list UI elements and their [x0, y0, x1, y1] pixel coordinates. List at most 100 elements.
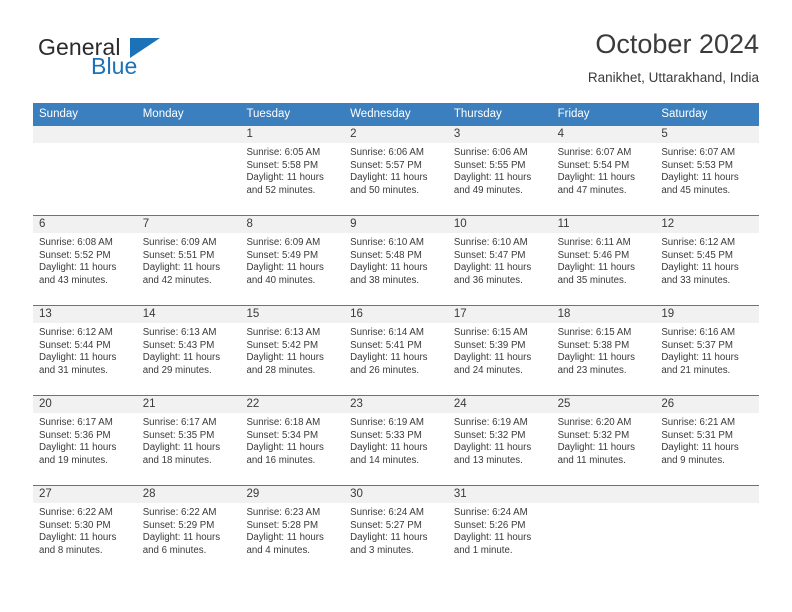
- day-number: 16: [344, 306, 448, 323]
- day-cell-21[interactable]: 21 Sunrise: 6:17 AM Sunset: 5:35 PM Dayligh…: [136, 396, 241, 485]
- weekday-header-wednesday: Wednesday: [350, 108, 411, 120]
- sunrise-text: Sunrise: 6:10 AM: [350, 237, 424, 248]
- sunset-text: Sunset: 5:32 PM: [557, 429, 630, 441]
- weekday-header-monday: Monday: [142, 108, 184, 120]
- weekday-header-thursday: Thursday: [453, 108, 502, 120]
- daylight-text: Daylight: 11 hours and 1 minute.: [453, 532, 532, 556]
- daylight-text: Daylight: 11 hours and 9 minutes.: [661, 442, 739, 466]
- day-cell-22[interactable]: 22 Sunrise: 6:18 AM Sunset: 5:34 PM Dayligh…: [240, 396, 345, 485]
- day-number: 5: [655, 126, 760, 143]
- day-cell-26[interactable]: 26 Sunrise: 6:21 AM Sunset: 5:31 PM Dayligh…: [655, 396, 760, 485]
- sunrise-text: Sunrise: 6:22 AM: [39, 507, 113, 518]
- sunrise-text: Sunrise: 6:24 AM: [453, 507, 528, 518]
- day-cell-25[interactable]: 25 Sunrise: 6:20 AM Sunset: 5:32 PM Dayligh…: [551, 396, 656, 485]
- sunset-text: Sunset: 5:48 PM: [350, 249, 422, 261]
- day-cell-27[interactable]: 27 Sunrise: 6:22 AM Sunset: 5:30 PM Dayligh…: [33, 486, 137, 575]
- day-cell-29[interactable]: 29 Sunrise: 6:23 AM Sunset: 5:28 PM Dayligh…: [240, 486, 345, 575]
- day-number: 9: [344, 216, 448, 233]
- day-cell-8[interactable]: 8 Sunrise: 6:09 AM Sunset: 5:49 PM Daylight…: [240, 216, 345, 305]
- day-number: [136, 126, 241, 143]
- sunset-text: Sunset: 5:51 PM: [142, 249, 215, 261]
- sunrise-text: Sunrise: 6:19 AM: [350, 417, 424, 428]
- sunset-text: Sunset: 5:35 PM: [142, 429, 215, 441]
- day-number: 8: [240, 216, 345, 233]
- day-cell-20[interactable]: 20 Sunrise: 6:17 AM Sunset: 5:36 PM Dayligh…: [33, 396, 137, 485]
- day-cell-empty: [655, 486, 760, 575]
- day-details: Sunrise: 6:13 AM Sunset: 5:43 PM Daylight:…: [137, 323, 241, 377]
- day-number: [655, 486, 760, 503]
- sunset-text: Sunset: 5:57 PM: [350, 159, 422, 171]
- day-number: [551, 486, 656, 503]
- day-cell-15[interactable]: 15 Sunrise: 6:13 AM Sunset: 5:42 PM Dayligh…: [240, 306, 345, 395]
- day-number: 31: [447, 486, 552, 503]
- day-number: 6: [33, 216, 137, 233]
- sunrise-text: Sunrise: 6:15 AM: [453, 327, 528, 338]
- sunrise-text: Sunrise: 6:06 AM: [453, 147, 528, 158]
- day-cell-16[interactable]: 16 Sunrise: 6:14 AM Sunset: 5:41 PM Dayligh…: [344, 306, 448, 395]
- sunset-text: Sunset: 5:42 PM: [246, 339, 319, 351]
- day-cell-31[interactable]: 31 Sunrise: 6:24 AM Sunset: 5:26 PM Dayligh…: [447, 486, 552, 575]
- day-details: Sunrise: 6:11 AM Sunset: 5:46 PM Daylight:…: [552, 233, 656, 287]
- daylight-text: Daylight: 11 hours and 21 minutes.: [661, 352, 739, 376]
- day-cell-10[interactable]: 10 Sunrise: 6:10 AM Sunset: 5:47 PM Dayligh…: [447, 216, 552, 305]
- title-block: October 2024 Ranikhet, Uttarakhand, Indi…: [588, 28, 759, 87]
- day-number: 18: [551, 306, 656, 323]
- day-cell-19[interactable]: 19 Sunrise: 6:16 AM Sunset: 5:37 PM Dayligh…: [655, 306, 760, 395]
- day-cell-9[interactable]: 9 Sunrise: 6:10 AM Sunset: 5:48 PM Daylight…: [344, 216, 448, 305]
- day-number: 20: [33, 396, 137, 413]
- daylight-text: Daylight: 11 hours and 52 minutes.: [246, 172, 324, 196]
- calendar-week-row: 1 Sunrise: 6:05 AM Sunset: 5:58 PM Daylight…: [33, 126, 760, 215]
- day-cell-7[interactable]: 7 Sunrise: 6:09 AM Sunset: 5:51 PM Daylight…: [136, 216, 241, 305]
- day-cell-24[interactable]: 24 Sunrise: 6:19 AM Sunset: 5:32 PM Dayligh…: [447, 396, 552, 485]
- sunrise-text: Sunrise: 6:16 AM: [661, 327, 736, 338]
- page-header: General Blue October 2024 Ranikhet, Utta…: [33, 28, 759, 96]
- day-details: Sunrise: 6:08 AM Sunset: 5:52 PM Daylight:…: [33, 233, 137, 287]
- day-cell-28[interactable]: 28 Sunrise: 6:22 AM Sunset: 5:29 PM Dayligh…: [136, 486, 241, 575]
- calendar-grid: Sunday Monday Tuesday Wednesday Thursday Frid…: [33, 103, 760, 575]
- brand-logo[interactable]: General Blue: [33, 28, 253, 88]
- sunset-text: Sunset: 5:43 PM: [142, 339, 215, 351]
- sunrise-text: Sunrise: 6:20 AM: [557, 417, 632, 428]
- daylight-text: Daylight: 11 hours and 28 minutes.: [246, 352, 324, 376]
- sunrise-text: Sunrise: 6:09 AM: [246, 237, 321, 248]
- day-details: Sunrise: 6:10 AM Sunset: 5:48 PM Daylight:…: [344, 233, 448, 287]
- sunrise-text: Sunrise: 6:17 AM: [142, 417, 217, 428]
- sunrise-text: Sunrise: 6:13 AM: [142, 327, 217, 338]
- day-cell-11[interactable]: 11 Sunrise: 6:11 AM Sunset: 5:46 PM Dayligh…: [551, 216, 656, 305]
- daylight-text: Daylight: 11 hours and 50 minutes.: [350, 172, 428, 196]
- day-cell-1[interactable]: 1 Sunrise: 6:05 AM Sunset: 5:58 PM Daylight…: [240, 126, 345, 215]
- daylight-text: Daylight: 11 hours and 3 minutes.: [350, 532, 428, 556]
- day-cell-23[interactable]: 23 Sunrise: 6:19 AM Sunset: 5:33 PM Dayligh…: [344, 396, 448, 485]
- sunset-text: Sunset: 5:45 PM: [661, 249, 733, 261]
- daylight-text: Daylight: 11 hours and 31 minutes.: [39, 352, 117, 376]
- day-number: 21: [136, 396, 241, 413]
- sunset-text: Sunset: 5:36 PM: [39, 429, 111, 441]
- day-number: 25: [551, 396, 656, 413]
- day-cell-12[interactable]: 12 Sunrise: 6:12 AM Sunset: 5:45 PM Dayligh…: [655, 216, 760, 305]
- sunrise-text: Sunrise: 6:12 AM: [661, 237, 736, 248]
- daylight-text: Daylight: 11 hours and 33 minutes.: [661, 262, 739, 286]
- day-number: 29: [240, 486, 345, 503]
- day-cell-5[interactable]: 5 Sunrise: 6:07 AM Sunset: 5:53 PM Daylight…: [655, 126, 760, 215]
- day-cell-13[interactable]: 13 Sunrise: 6:12 AM Sunset: 5:44 PM Dayligh…: [33, 306, 137, 395]
- day-number: 10: [447, 216, 552, 233]
- day-cell-18[interactable]: 18 Sunrise: 6:15 AM Sunset: 5:38 PM Dayligh…: [551, 306, 656, 395]
- day-cell-14[interactable]: 14 Sunrise: 6:13 AM Sunset: 5:43 PM Dayligh…: [136, 306, 241, 395]
- day-cell-2[interactable]: 2 Sunrise: 6:06 AM Sunset: 5:57 PM Daylight…: [344, 126, 448, 215]
- day-cell-17[interactable]: 17 Sunrise: 6:15 AM Sunset: 5:39 PM Dayligh…: [447, 306, 552, 395]
- weekday-header-sunday: Sunday: [39, 108, 79, 120]
- daylight-text: Daylight: 11 hours and 24 minutes.: [453, 352, 532, 376]
- day-number: 23: [344, 396, 448, 413]
- weekday-header-saturday: Saturday: [661, 108, 708, 120]
- day-cell-4[interactable]: 4 Sunrise: 6:07 AM Sunset: 5:54 PM Daylight…: [551, 126, 656, 215]
- sunset-text: Sunset: 5:39 PM: [453, 339, 526, 351]
- day-cell-3[interactable]: 3 Sunrise: 6:06 AM Sunset: 5:55 PM Daylight…: [447, 126, 552, 215]
- daylight-text: Daylight: 11 hours and 36 minutes.: [453, 262, 532, 286]
- daylight-text: Daylight: 11 hours and 49 minutes.: [453, 172, 532, 196]
- daylight-text: Daylight: 11 hours and 4 minutes.: [246, 532, 324, 556]
- sunrise-text: Sunrise: 6:07 AM: [661, 147, 736, 158]
- day-cell-6[interactable]: 6 Sunrise: 6:08 AM Sunset: 5:52 PM Daylight…: [33, 216, 137, 305]
- day-cell-30[interactable]: 30 Sunrise: 6:24 AM Sunset: 5:27 PM Dayligh…: [344, 486, 448, 575]
- day-details: Sunrise: 6:23 AM Sunset: 5:28 PM Daylight:…: [240, 503, 344, 557]
- sunset-text: Sunset: 5:34 PM: [246, 429, 319, 441]
